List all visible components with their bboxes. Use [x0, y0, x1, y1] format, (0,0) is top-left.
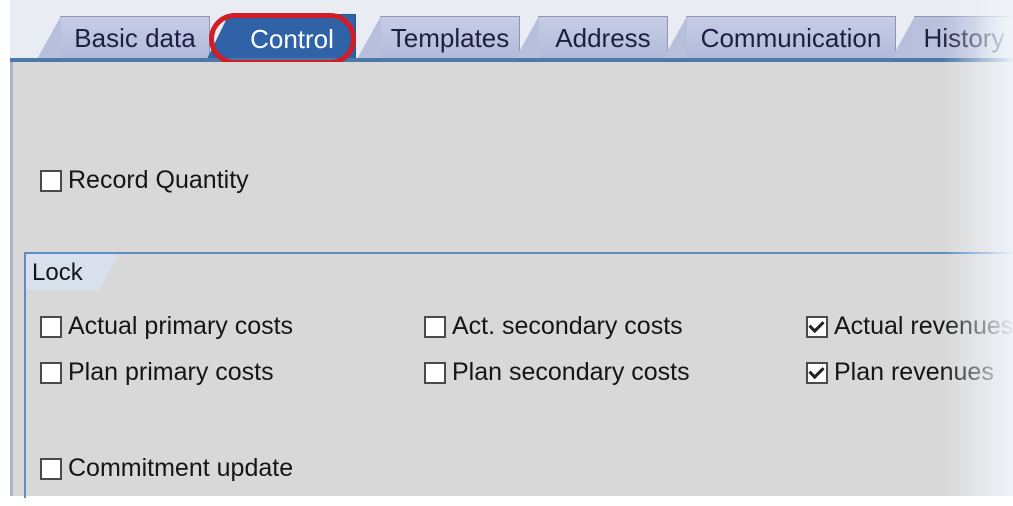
checkbox-box[interactable] — [40, 169, 62, 192]
tab-communication[interactable]: Communication — [663, 16, 896, 59]
act-secondary-costs-checkbox[interactable]: Act. secondary costs — [424, 312, 683, 341]
plan-secondary-costs-checkbox[interactable]: Plan secondary costs — [424, 358, 690, 387]
tab-label: Basic data — [74, 23, 196, 53]
actual-primary-costs-checkbox[interactable]: Actual primary costs — [40, 312, 293, 341]
panel-left-border — [10, 62, 13, 496]
checkbox-label: Commitment update — [68, 454, 294, 482]
control-screen: Basic data Control Templates Address Com… — [10, 0, 1013, 498]
tab-history[interactable]: History — [891, 16, 1013, 59]
checkbox-box[interactable] — [40, 457, 62, 480]
record-quantity-checkbox[interactable]: Record Quantity — [40, 166, 249, 195]
tab-strip: Basic data Control Templates Address Com… — [10, 0, 1013, 65]
checkbox-label: Plan secondary costs — [452, 358, 690, 386]
checkbox-box[interactable] — [806, 315, 828, 338]
tab-label: Communication — [700, 23, 882, 53]
tab-label: Templates — [390, 23, 510, 53]
checkbox-label: Plan revenues — [834, 358, 994, 386]
checkbox-box[interactable] — [40, 315, 62, 338]
lock-group: Lock Actual primary costs Act. secondary… — [24, 252, 1013, 498]
tab-label: Address — [555, 23, 651, 53]
commitment-update-checkbox[interactable]: Commitment update — [40, 454, 293, 483]
actual-revenues-checkbox[interactable]: Actual revenues — [806, 312, 1013, 341]
checkbox-label: Act. secondary costs — [452, 312, 683, 340]
plan-revenues-checkbox[interactable]: Plan revenues — [806, 358, 994, 387]
plan-primary-costs-checkbox[interactable]: Plan primary costs — [40, 358, 274, 387]
checkbox-label: Actual revenues — [834, 312, 1013, 340]
checkbox-box[interactable] — [424, 315, 446, 338]
callout-highlight-ring — [209, 13, 356, 65]
checkbox-box[interactable] — [806, 361, 828, 384]
tab-address[interactable]: Address — [515, 16, 668, 59]
checkbox-label: Plan primary costs — [68, 358, 274, 386]
tab-label: History — [923, 23, 1005, 53]
checkbox-label: Record Quantity — [68, 166, 249, 194]
control-panel: Record Quantity Lock Actual primary cost… — [10, 62, 1013, 498]
lock-group-title: Lock — [26, 254, 118, 290]
checkbox-label: Actual primary costs — [68, 312, 294, 340]
checkbox-box[interactable] — [40, 361, 62, 384]
tab-templates[interactable]: Templates — [357, 16, 520, 59]
checkbox-box[interactable] — [424, 361, 446, 384]
tab-basic-data[interactable]: Basic data — [37, 16, 210, 59]
